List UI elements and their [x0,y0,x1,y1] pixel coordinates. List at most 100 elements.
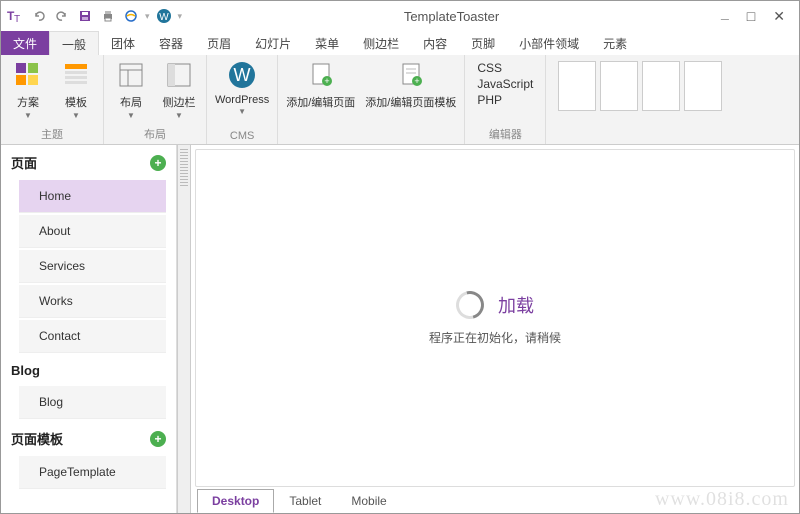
workspace: 页面 + Home About Services Works Contact B… [1,145,799,513]
wordpress-icon[interactable]: W [153,5,175,27]
editor-php-link[interactable]: PHP [477,93,533,107]
side-section-blog-title: Blog [11,363,40,378]
ribbon: 方案 ▼ 模板 ▼ 主题 布局 ▼ 侧边栏 ▼ 布局 [1,55,799,145]
side-section-pages-title: 页面 [11,153,37,172]
ribbon-scheme-label: 方案 [17,94,39,110]
tab-footer[interactable]: 页脚 [459,31,507,55]
maximize-button[interactable]: □ [747,8,755,25]
ribbon-add-edit-page-template-label: 添加/编辑页面模板 [365,94,456,110]
svg-text:+: + [414,76,419,86]
tab-sidebar[interactable]: 侧边栏 [351,31,411,55]
chevron-down-icon: ▼ [238,107,246,116]
template-thumb[interactable] [600,61,638,111]
page-plus-icon: + [305,59,337,91]
view-tab-desktop[interactable]: Desktop [197,489,274,513]
template-icon [60,59,92,91]
ribbon-tabs: 文件 一般 团体 容器 页眉 幻灯片 菜单 侧边栏 内容 页脚 小部件领域 元素 [1,31,799,55]
ribbon-scheme[interactable]: 方案 ▼ [7,57,49,122]
redo-icon[interactable] [51,5,73,27]
side-section-blog-head: Blog [1,355,176,386]
save-icon[interactable] [74,5,96,27]
ribbon-group-thumbnails [546,55,799,144]
ribbon-group-editor: CSS JavaScript PHP 编辑器 [465,55,546,144]
tab-header[interactable]: 页眉 [195,31,243,55]
template-thumb[interactable] [684,61,722,111]
undo-icon[interactable] [28,5,50,27]
sidebar-icon [163,59,195,91]
add-page-template-button[interactable]: + [150,431,166,447]
chevron-down-icon: ▼ [72,111,80,120]
sidebar-item-contact[interactable]: Contact [19,320,166,353]
chevron-down-icon: ▼ [127,111,135,120]
tab-slideshow[interactable]: 幻灯片 [243,31,303,55]
side-section-pagetpl-title: 页面模板 [11,429,63,448]
ribbon-add-edit-page-template[interactable]: + 添加/编辑页面模板 [363,57,458,112]
splitter[interactable] [177,145,191,513]
ribbon-group-layout-label: 布局 [110,124,200,144]
view-tab-tablet[interactable]: Tablet [274,489,336,513]
tab-element[interactable]: 元素 [591,31,639,55]
tab-menu[interactable]: 菜单 [303,31,351,55]
sidebar-item-works[interactable]: Works [19,285,166,318]
wordpress-icon: W [226,59,258,91]
close-button[interactable]: ✕ [773,8,785,25]
tab-content[interactable]: 内容 [411,31,459,55]
ribbon-group-theme-label: 主题 [7,124,97,144]
scheme-icon [12,59,44,91]
ribbon-group-pages: + 添加/编辑页面 + 添加/编辑页面模板 [278,55,465,144]
page-template-plus-icon: + [395,59,427,91]
tab-widget-area[interactable]: 小部件领域 [507,31,591,55]
minimize-button[interactable]: _ [721,5,729,22]
canvas-body: 加载 程序正在初始化，请稍候 [195,149,795,487]
loading-subtitle: 程序正在初始化，请稍候 [429,329,561,346]
add-page-button[interactable]: + [150,155,166,171]
print-icon[interactable] [97,5,119,27]
ribbon-group-cms: W WordPress ▼ CMS [207,55,278,144]
sidebar-item-blog[interactable]: Blog [19,386,166,419]
sidebar-item-services[interactable]: Services [19,250,166,283]
app-logo-icon[interactable]: TT [5,5,27,27]
ribbon-group-theme: 方案 ▼ 模板 ▼ 主题 [1,55,104,144]
loading-title: 加载 [498,292,534,318]
side-section-pages-head: 页面 + [1,145,176,180]
sidebar-item-pagetemplate[interactable]: PageTemplate [19,456,166,489]
ribbon-layout-label: 布局 [120,94,142,110]
ribbon-group-pages-label [284,128,458,144]
chevron-down-icon: ▼ [24,111,32,120]
title-bar: TT ▾ W ▾ TemplateToaster _ □ ✕ [1,1,799,31]
side-section-pagetpl-head: 页面模板 + [1,421,176,456]
ribbon-side[interactable]: 侧边栏 ▼ [158,57,200,122]
svg-text:W: W [159,12,169,23]
ribbon-template-label: 模板 [65,94,87,110]
svg-text:W: W [234,65,251,85]
ribbon-group-cms-label: CMS [213,128,271,144]
view-tabs: Desktop Tablet Mobile [191,487,799,513]
browser-ie-icon[interactable] [120,5,142,27]
app-title: TemplateToaster [182,9,721,24]
editor-css-link[interactable]: CSS [477,61,533,75]
ribbon-group-editor-label: 编辑器 [471,124,539,144]
splitter-grip-icon [180,149,188,187]
sidebar-item-home[interactable]: Home [19,180,166,213]
editor-js-link[interactable]: JavaScript [477,77,533,91]
svg-text:+: + [324,76,329,86]
ribbon-group-layout: 布局 ▼ 侧边栏 ▼ 布局 [104,55,207,144]
view-tab-mobile[interactable]: Mobile [336,489,401,513]
ribbon-add-edit-page[interactable]: + 添加/编辑页面 [284,57,357,112]
window-controls: _ □ ✕ [721,8,795,25]
template-thumb[interactable] [558,61,596,111]
svg-text:T: T [14,14,20,23]
ribbon-side-label: 侧边栏 [163,94,196,110]
canvas-area: 加载 程序正在初始化，请稍候 Desktop Tablet Mobile [191,145,799,513]
chevron-down-icon: ▼ [175,111,183,120]
ribbon-wordpress[interactable]: W WordPress ▼ [213,57,271,118]
tab-group[interactable]: 团体 [99,31,147,55]
tab-file[interactable]: 文件 [1,31,49,55]
layout-icon [115,59,147,91]
tab-general[interactable]: 一般 [49,31,99,55]
template-thumb[interactable] [642,61,680,111]
tab-container[interactable]: 容器 [147,31,195,55]
ribbon-template[interactable]: 模板 ▼ [55,57,97,122]
ribbon-layout[interactable]: 布局 ▼ [110,57,152,122]
sidebar-item-about[interactable]: About [19,215,166,248]
